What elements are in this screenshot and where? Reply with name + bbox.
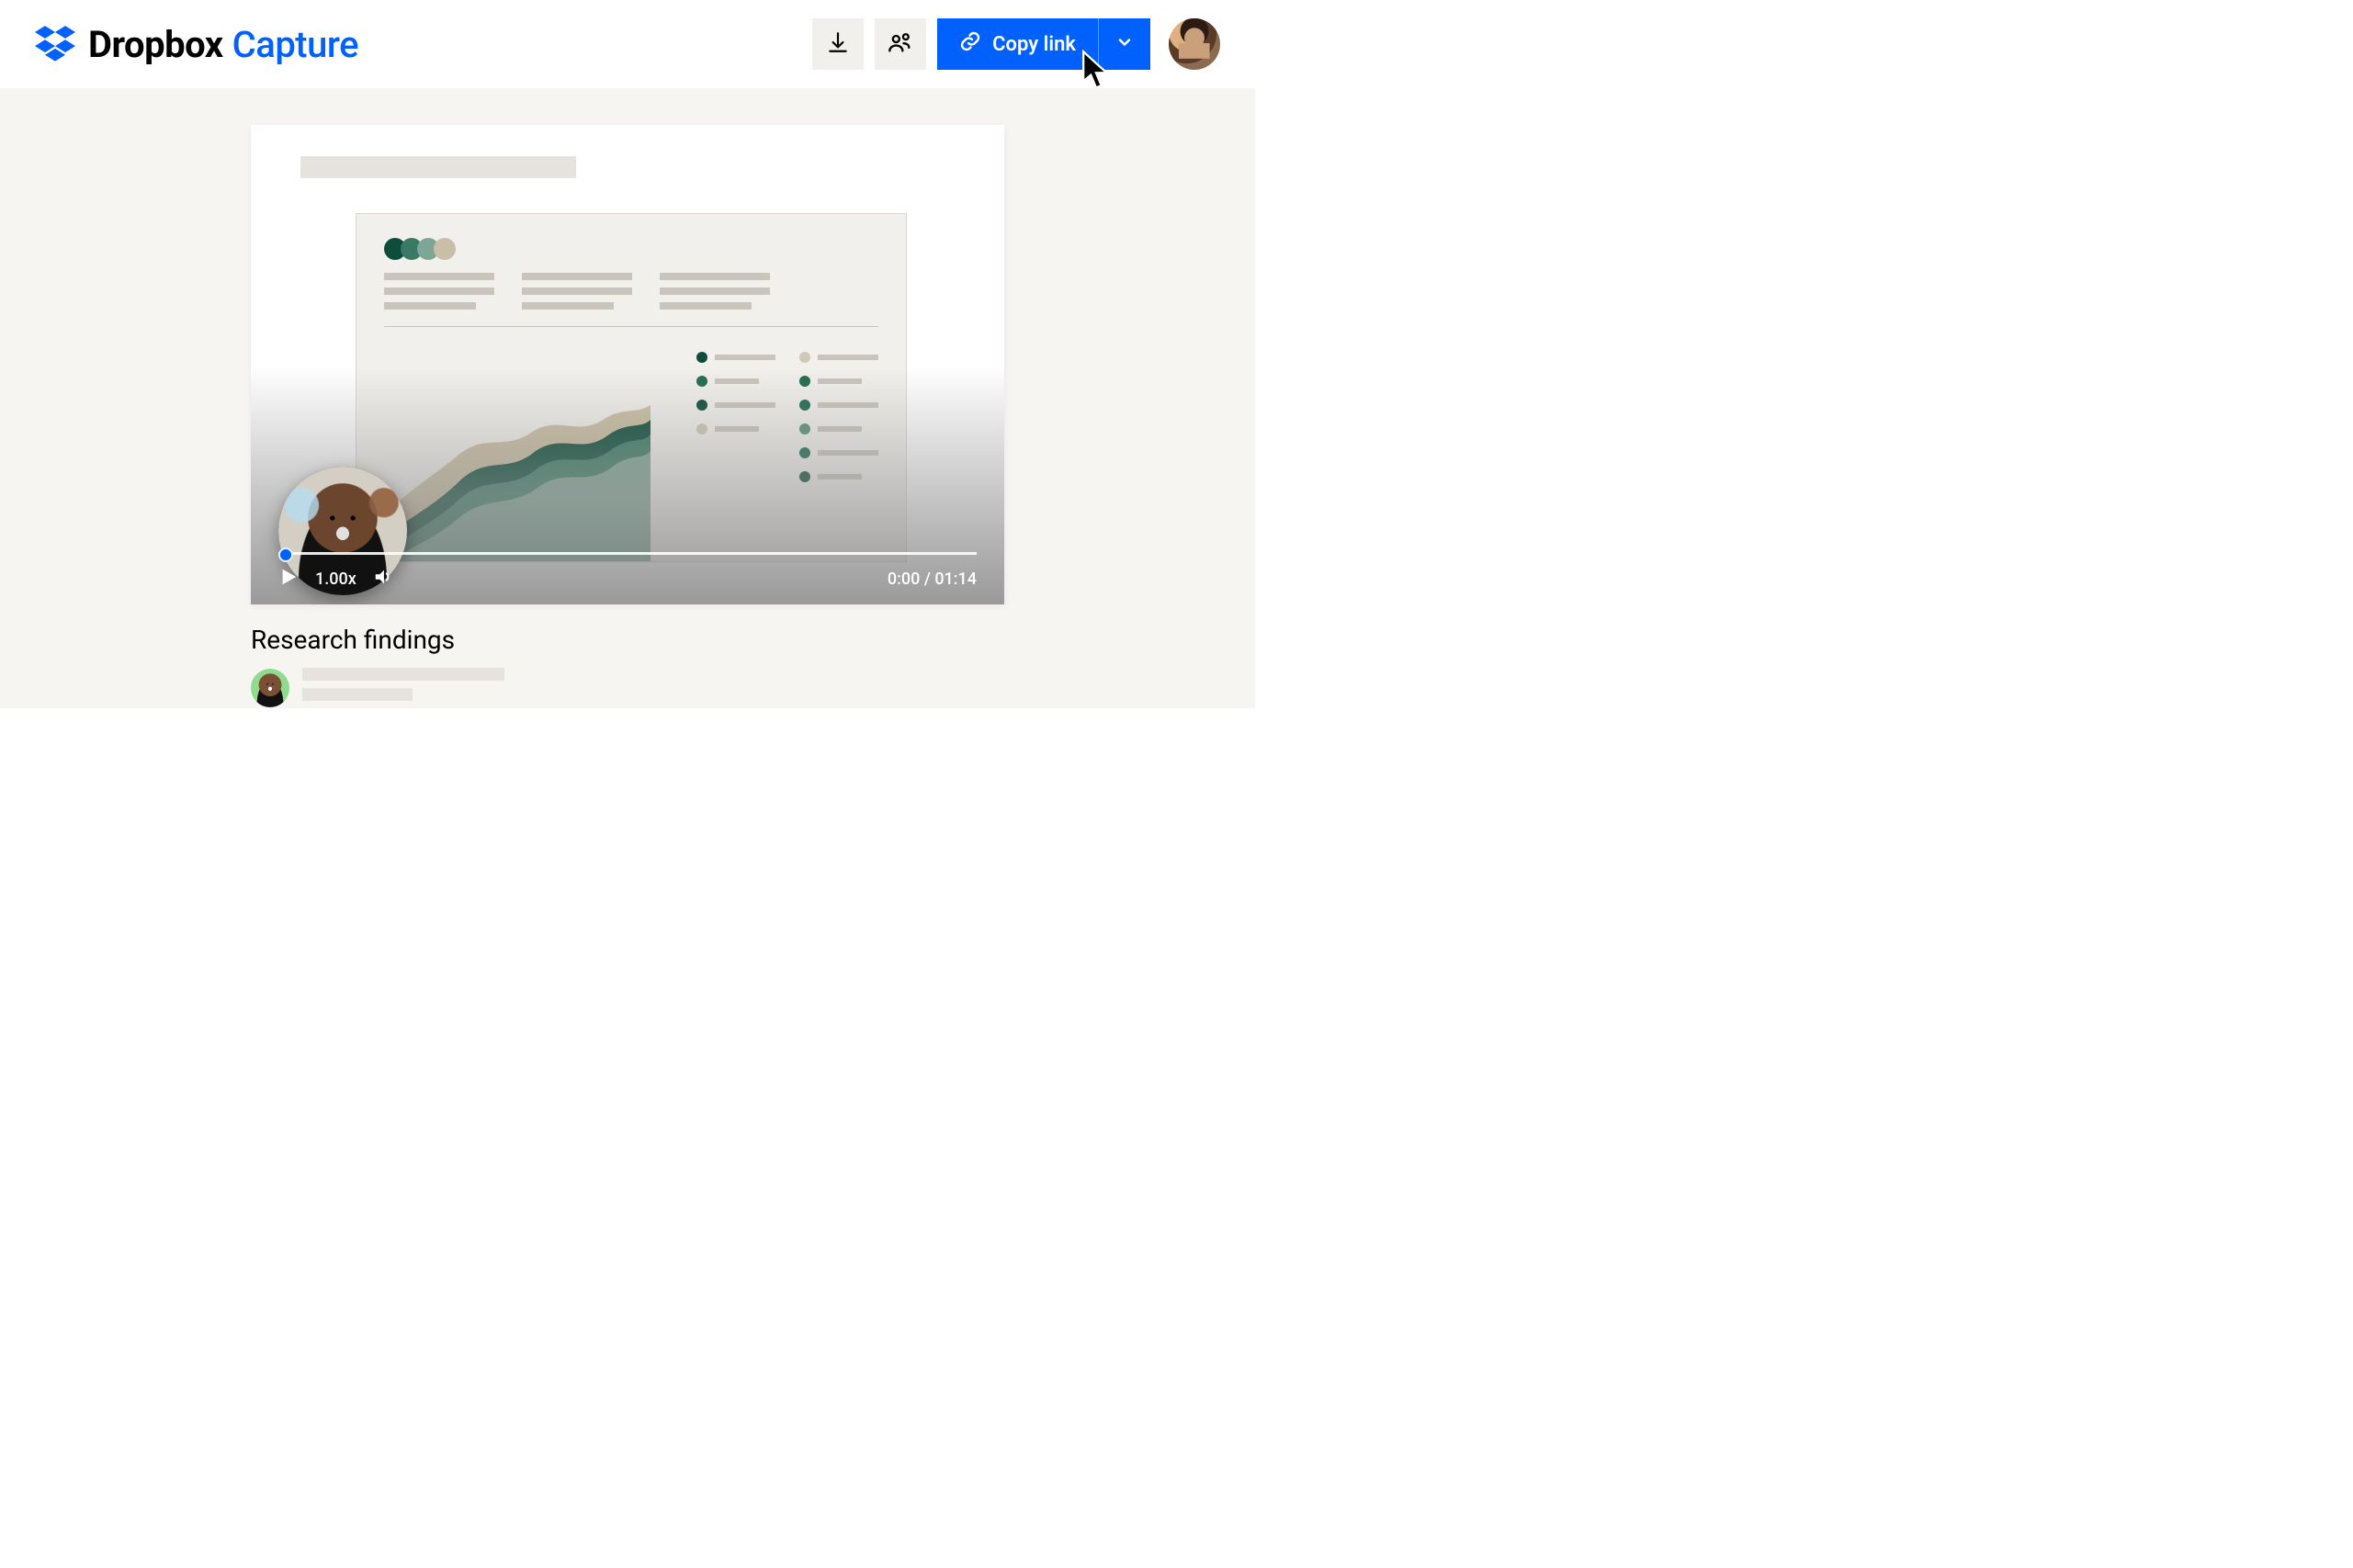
header-actions: Copy link (812, 18, 1220, 70)
author-meta-placeholder (302, 668, 504, 708)
author-avatar[interactable] (251, 669, 289, 707)
download-button[interactable] (812, 18, 864, 70)
timecode: 0:00 / 01:14 (888, 570, 977, 589)
author-row (251, 668, 1004, 708)
progress-track[interactable] (278, 552, 977, 555)
main-canvas: 1.00x 0:00 / 01:14 Research findings (0, 88, 1255, 708)
copy-link-group: Copy link (937, 18, 1150, 70)
play-button[interactable] (278, 567, 299, 592)
progress-handle[interactable] (278, 547, 293, 562)
share-people-button[interactable] (875, 18, 926, 70)
copy-link-label: Copy link (992, 33, 1076, 56)
people-icon (888, 29, 913, 59)
volume-button[interactable] (373, 567, 393, 592)
link-icon (959, 30, 981, 58)
cursor-icon (1078, 50, 1114, 97)
copy-link-button[interactable]: Copy link (937, 18, 1098, 70)
brand-product: Capture (232, 23, 358, 66)
brand: Dropbox Capture (35, 22, 358, 66)
playback-speed[interactable]: 1.00x (315, 570, 356, 589)
chevron-down-icon (1115, 33, 1134, 55)
video-controls: 1.00x 0:00 / 01:14 (278, 567, 977, 592)
app-header: Dropbox Capture (0, 0, 1255, 88)
video-title: Research findings (251, 625, 1004, 655)
dropbox-logo-icon (35, 22, 75, 66)
slide-logo-dots (384, 238, 878, 260)
video-card: 1.00x 0:00 / 01:14 (251, 125, 1004, 604)
user-avatar[interactable] (1169, 18, 1220, 70)
download-icon (826, 30, 850, 58)
brand-name: Dropbox (88, 23, 223, 66)
slide-title-placeholder (300, 156, 576, 178)
